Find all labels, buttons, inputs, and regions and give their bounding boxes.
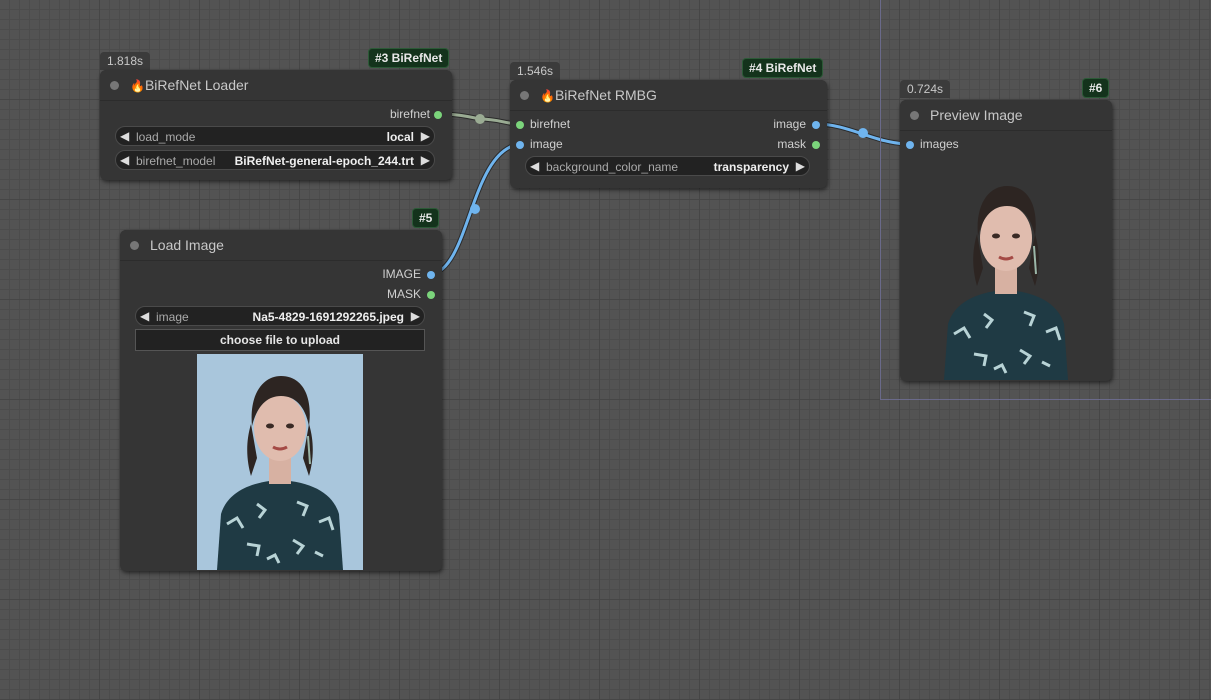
collapse-toggle[interactable]: [130, 241, 139, 250]
flame-icon: 🔥: [540, 89, 555, 103]
output-port-dot[interactable]: [427, 291, 435, 299]
link-preview-midpoint[interactable]: [858, 128, 868, 138]
node-id-badge: #6: [1082, 78, 1110, 98]
image-preview-thumbnail: [197, 354, 363, 570]
node-birefnet-loader[interactable]: 🔥BiRefNet Loader birefnet ◀ load_mode lo…: [100, 70, 452, 180]
input-port-dot[interactable]: [516, 121, 524, 129]
increment-arrow-icon[interactable]: ▶: [411, 309, 420, 323]
output-label: birefnet: [389, 107, 430, 121]
combo-image-file[interactable]: ◀ image Na5-4829-1691292265.jpeg ▶: [135, 306, 425, 326]
input-label: images: [920, 137, 959, 151]
output-port-dot[interactable]: [812, 121, 820, 129]
output-birefnet[interactable]: birefnet: [390, 107, 442, 123]
node-id-badge: #4 BiRefNet: [742, 58, 824, 78]
output-port-dot[interactable]: [812, 141, 820, 149]
widget-label: birefnet_model: [136, 154, 216, 168]
combo-background-color[interactable]: ◀ background_color_name transparency ▶: [525, 156, 810, 176]
widget-label: image: [156, 310, 189, 324]
node-header[interactable]: 🔥BiRefNet Loader: [100, 70, 452, 101]
widget-label: load_mode: [136, 130, 196, 144]
choose-file-button[interactable]: choose file to upload: [135, 329, 425, 351]
collapse-toggle[interactable]: [520, 91, 529, 100]
output-port-dot[interactable]: [434, 111, 442, 119]
input-birefnet[interactable]: birefnet: [516, 117, 570, 133]
output-label: IMAGE: [382, 267, 421, 281]
collapse-toggle[interactable]: [110, 81, 119, 90]
link-birefnet-midpoint[interactable]: [475, 114, 485, 124]
input-images[interactable]: images: [906, 137, 959, 153]
node-title: 🔥BiRefNet RMBG: [540, 87, 657, 103]
execution-time: 0.724s: [900, 80, 951, 98]
decrement-arrow-icon[interactable]: ◀: [530, 159, 539, 173]
decrement-arrow-icon[interactable]: ◀: [140, 309, 149, 323]
widget-label: background_color_name: [546, 160, 679, 174]
node-title: Preview Image: [930, 107, 1023, 123]
input-port-dot[interactable]: [906, 141, 914, 149]
widget-value: BiRefNet-general-epoch_244.trt: [234, 154, 414, 168]
node-header[interactable]: Preview Image: [900, 100, 1112, 131]
output-label: image: [773, 117, 806, 131]
widget-value: Na5-4829-1691292265.jpeg: [252, 310, 404, 324]
node-id-badge: #3 BiRefNet: [368, 48, 450, 68]
output-mask[interactable]: MASK: [387, 287, 435, 303]
node-title: 🔥BiRefNet Loader: [130, 77, 249, 93]
increment-arrow-icon[interactable]: ▶: [796, 159, 805, 173]
output-image[interactable]: image: [773, 117, 820, 133]
output-image[interactable]: IMAGE: [382, 267, 435, 283]
node-preview-image[interactable]: Preview Image images: [900, 100, 1112, 381]
input-image[interactable]: image: [516, 137, 563, 153]
combo-load-mode[interactable]: ◀ load_mode local ▶: [115, 126, 435, 146]
node-title: Load Image: [150, 237, 224, 253]
node-birefnet-rmbg[interactable]: 🔥BiRefNet RMBG birefnet image image mask…: [510, 80, 827, 188]
link-image-midpoint[interactable]: [470, 204, 480, 214]
input-port-dot[interactable]: [516, 141, 524, 149]
combo-birefnet-model[interactable]: ◀ birefnet_model BiRefNet-general-epoch_…: [115, 150, 435, 170]
increment-arrow-icon[interactable]: ▶: [421, 153, 430, 167]
output-mask[interactable]: mask: [777, 137, 820, 153]
widget-value: transparency: [713, 160, 789, 174]
input-label: image: [530, 137, 563, 151]
output-label: mask: [777, 137, 806, 151]
widget-value: local: [386, 130, 414, 144]
execution-time: 1.818s: [100, 52, 151, 70]
increment-arrow-icon[interactable]: ▶: [421, 129, 430, 143]
output-label: MASK: [386, 287, 421, 301]
output-port-dot[interactable]: [427, 271, 435, 279]
node-header[interactable]: 🔥BiRefNet RMBG: [510, 80, 827, 111]
flame-icon: 🔥: [130, 79, 145, 93]
node-header[interactable]: Load Image: [120, 230, 442, 261]
collapse-toggle[interactable]: [910, 111, 919, 120]
node-load-image[interactable]: Load Image IMAGE MASK ◀ image Na5-4829-1…: [120, 230, 442, 571]
execution-time: 1.546s: [510, 62, 561, 80]
output-image-preview: [922, 164, 1090, 380]
decrement-arrow-icon[interactable]: ◀: [120, 129, 129, 143]
node-id-badge: #5: [412, 208, 440, 228]
input-label: birefnet: [530, 117, 571, 131]
decrement-arrow-icon[interactable]: ◀: [120, 153, 129, 167]
